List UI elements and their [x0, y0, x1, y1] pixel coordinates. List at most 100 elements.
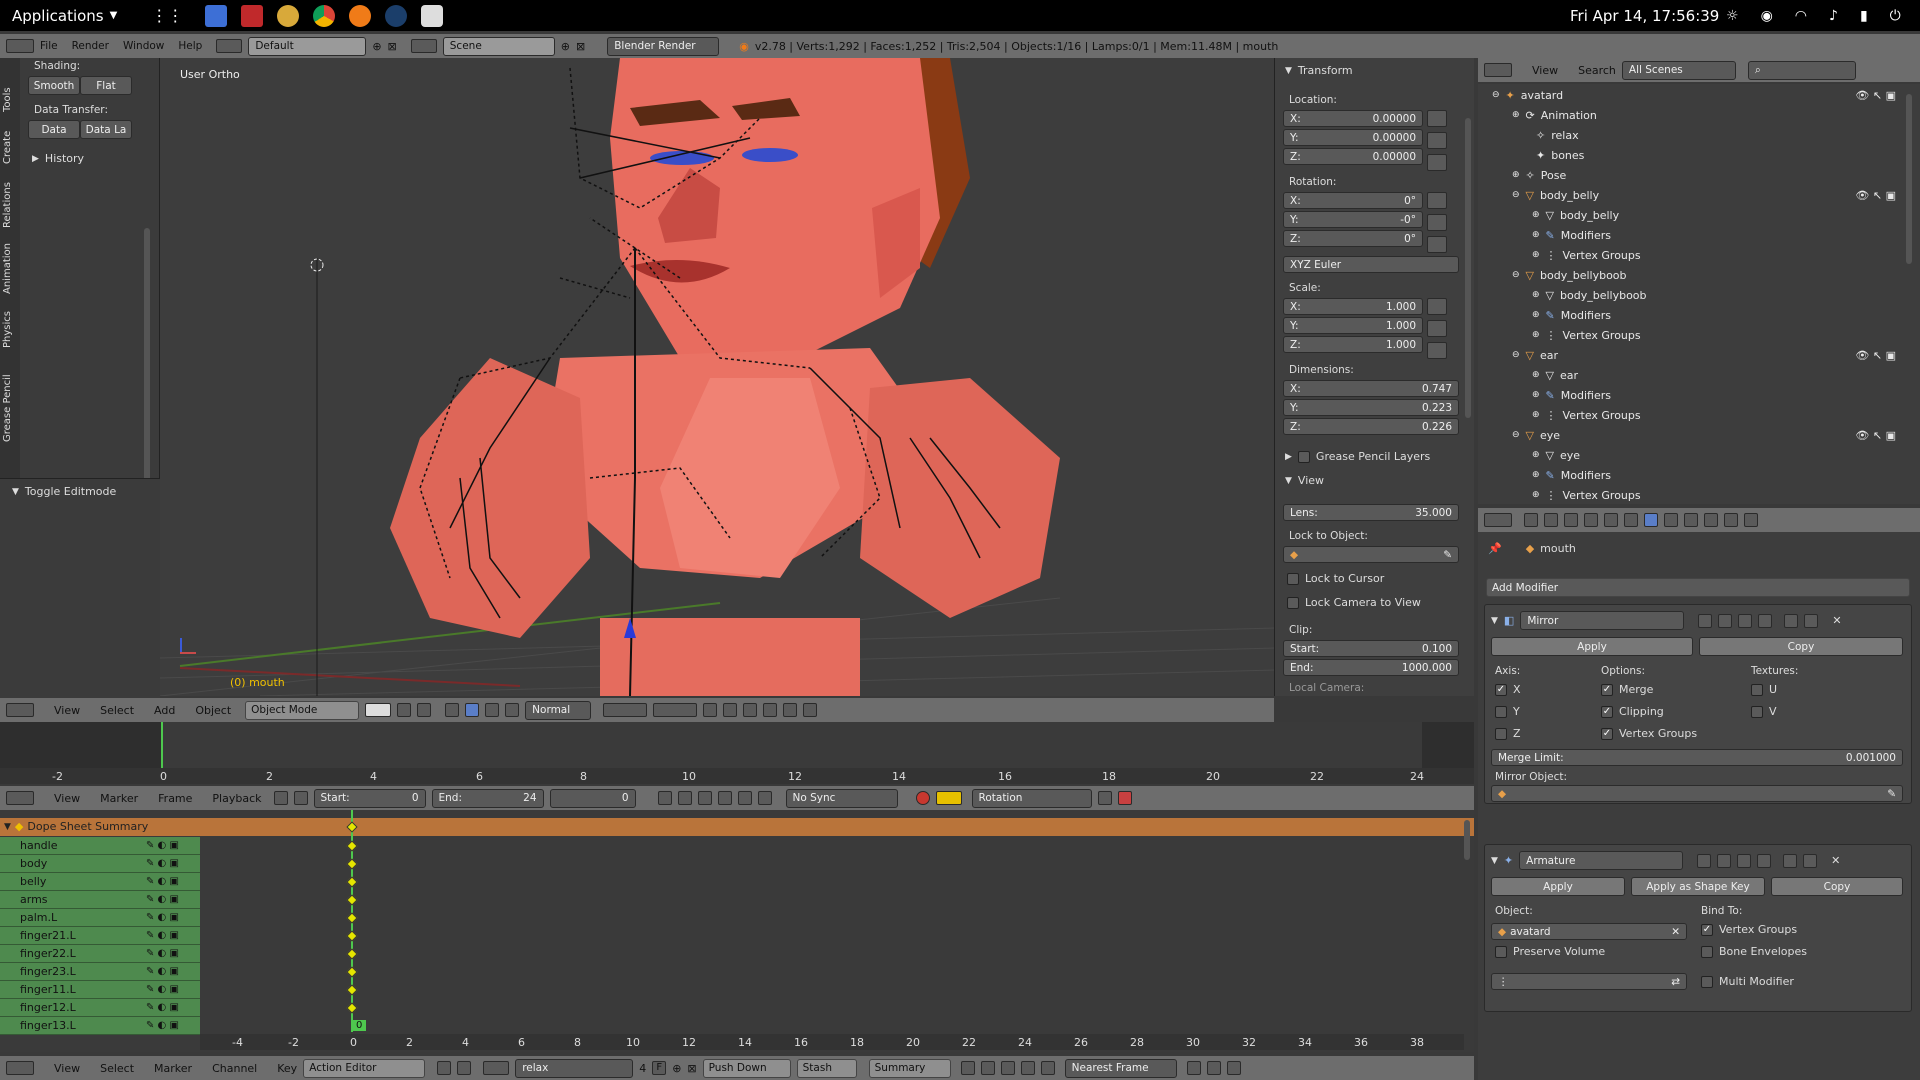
grease-pencil-panel[interactable]: Grease Pencil Layers — [1316, 450, 1430, 463]
smooth-button[interactable]: Smooth — [28, 76, 80, 95]
scale-y[interactable]: Y: 1.000 — [1283, 317, 1423, 334]
collapse-icon[interactable]: ⊕ — [1532, 230, 1540, 240]
rotation-mode-select[interactable]: XYZ Euler — [1283, 256, 1459, 273]
multi-modifier-checkbox[interactable] — [1701, 975, 1713, 988]
channel-toggle-icons[interactable]: ✎ ◐ ▣ — [146, 963, 200, 981]
action-nav2-icon[interactable] — [457, 1061, 472, 1075]
lock-icon[interactable] — [1427, 342, 1447, 359]
render-engine-select[interactable]: Blender Render — [607, 36, 720, 56]
delete-keyframe-icon[interactable] — [1117, 791, 1132, 805]
bone-envelopes-checkbox[interactable] — [1701, 945, 1713, 958]
files-app-icon[interactable] — [205, 4, 228, 27]
add-action-icon[interactable]: ⊕ — [672, 1062, 681, 1075]
clipping-checkbox[interactable]: ✓ — [1601, 705, 1613, 718]
proportional-icon[interactable] — [1040, 1061, 1055, 1075]
collapse-icon[interactable]: ⊕ — [1532, 390, 1540, 400]
collapse-icon[interactable]: ⊕ — [1532, 330, 1540, 340]
select-icon[interactable] — [960, 1061, 975, 1075]
lock-range-icon[interactable] — [293, 791, 308, 805]
flat-button[interactable]: Flat — [80, 76, 132, 95]
steam-app-icon[interactable] — [385, 4, 408, 27]
channel-toggle-icons[interactable]: ✎ ◐ ▣ — [146, 837, 200, 855]
paste-keys-icon[interactable] — [1206, 1061, 1221, 1075]
visibility-icons[interactable]: 👁 ↖ ▣ — [1855, 189, 1896, 202]
outliner-item[interactable]: ⊕ ✎ Modifiers — [1482, 225, 1902, 245]
editor-type-icon[interactable] — [6, 1061, 34, 1075]
lock-icon[interactable] — [1427, 214, 1447, 231]
render-tab-icon[interactable] — [1524, 513, 1538, 527]
texture-v-checkbox[interactable] — [1751, 705, 1763, 718]
orientation-icon[interactable] — [505, 703, 520, 717]
menu-channel[interactable]: Channel — [212, 1062, 257, 1075]
collapse-icon[interactable]: ⊕ — [1532, 410, 1540, 420]
channel-toggle-icons[interactable]: ✎ ◐ ▣ — [146, 945, 200, 963]
outliner-item[interactable]: ✦ bones — [1482, 145, 1902, 165]
preview-range-icon[interactable] — [273, 791, 288, 805]
collapse-icon[interactable]: ▼ — [4, 822, 11, 832]
fake-user-button[interactable]: F — [652, 1061, 667, 1075]
jump-start-icon[interactable] — [657, 791, 672, 805]
collapse-icon[interactable]: ⊕ — [1532, 490, 1540, 500]
dope-sheet[interactable]: ▼ ◆ Dope Sheet Summary handle body belly… — [0, 810, 1474, 1052]
action-name-field[interactable]: relax — [515, 1058, 634, 1078]
expand-icon[interactable]: ▶ — [1285, 452, 1292, 462]
scale-x[interactable]: X: 1.000 — [1283, 298, 1423, 315]
menu-frame[interactable]: Frame — [158, 792, 192, 805]
pin-icon[interactable]: 📌 — [1488, 542, 1502, 555]
dopesheet-ruler[interactable] — [200, 1034, 1464, 1050]
menu-marker[interactable]: Marker — [100, 792, 138, 805]
start-frame-field[interactable]: Start: 0 — [313, 788, 426, 808]
collapse-icon[interactable]: ⊕ — [1532, 290, 1540, 300]
physics-tab-icon[interactable] — [1744, 513, 1758, 527]
scale-icon[interactable] — [485, 703, 500, 717]
move-up-icon[interactable] — [1783, 853, 1798, 868]
outliner-item[interactable]: ⊖ ✦ avatard 👁 ↖ ▣ — [1482, 85, 1902, 105]
expand-icon[interactable]: ▶ — [32, 154, 39, 164]
vertex-group-field[interactable]: ⋮ ⇄ — [1491, 973, 1687, 990]
channel-toggle-icons[interactable]: ✎ ◐ ▣ — [146, 909, 200, 927]
add-scene-icon[interactable]: ⊕ — [561, 40, 570, 53]
move-up-icon[interactable] — [1784, 613, 1799, 628]
tab-create[interactable]: Create — [2, 116, 13, 164]
move-down-icon[interactable] — [1804, 613, 1819, 628]
filter-icon[interactable] — [980, 1061, 995, 1075]
lock-icon[interactable] — [1427, 110, 1447, 127]
menu-help[interactable]: Help — [178, 40, 202, 52]
record-icon[interactable] — [915, 791, 930, 805]
transform-panel-title[interactable]: Transform — [1298, 64, 1353, 77]
outliner-scrollbar[interactable] — [1906, 94, 1912, 264]
close-icon[interactable]: ✕ — [1831, 854, 1840, 867]
rotation-z[interactable]: Z: 0° — [1283, 230, 1423, 247]
preserve-volume-checkbox[interactable] — [1495, 945, 1507, 958]
remove-layout-icon[interactable]: ⊠ — [388, 40, 397, 53]
keyframe-type-icon[interactable] — [935, 791, 962, 805]
outliner-item[interactable]: ⊕ ▽ body_bellyboob — [1482, 285, 1902, 305]
menu-file[interactable]: File — [40, 40, 58, 52]
viewport-visibility-icon[interactable] — [1718, 613, 1733, 628]
sidebar-scrollbar[interactable] — [1465, 118, 1471, 418]
menu-view[interactable]: View — [54, 1062, 80, 1075]
keyframe[interactable] — [346, 912, 358, 924]
keyframe[interactable] — [346, 840, 358, 852]
sync-select[interactable]: No Sync — [785, 788, 898, 808]
render-visibility-icon[interactable] — [1737, 853, 1752, 868]
toggle-editmode-panel[interactable]: Toggle Editmode — [25, 485, 116, 498]
collapse-icon[interactable]: ▼ — [1285, 66, 1292, 76]
presentation-app-icon[interactable] — [241, 4, 264, 27]
app-grid-icon[interactable]: ⋮⋮ — [151, 6, 183, 25]
screen-layout-icon[interactable] — [216, 39, 243, 53]
add-layout-icon[interactable]: ⊕ — [372, 40, 381, 53]
data-tab-icon[interactable] — [1664, 513, 1678, 527]
action-browse-icon[interactable] — [483, 1061, 510, 1075]
channel-toggle-icons[interactable]: ✎ ◐ ▣ — [146, 1017, 200, 1035]
lock-icon[interactable] — [1427, 236, 1447, 253]
copy-keys-icon[interactable] — [1186, 1061, 1201, 1075]
view-panel-title[interactable]: View — [1298, 474, 1324, 487]
layers-tab-icon[interactable] — [1544, 513, 1558, 527]
current-frame-field[interactable]: 0 — [549, 788, 636, 808]
dimension-x[interactable]: X: 0.747 — [1283, 380, 1459, 397]
menu-playback[interactable]: Playback — [212, 792, 261, 805]
edit-mode-icon[interactable] — [1698, 613, 1713, 628]
collapse-icon[interactable]: ⊖ — [1512, 270, 1520, 280]
lock-icon[interactable] — [1427, 320, 1447, 337]
